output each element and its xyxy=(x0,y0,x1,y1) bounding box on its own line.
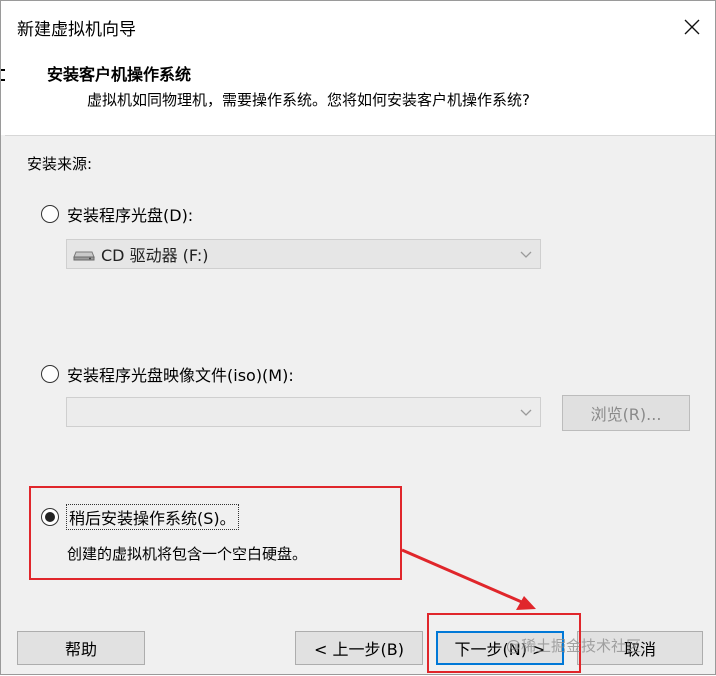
browse-button[interactable]: 浏览(R)... xyxy=(562,395,690,431)
watermark: @稀土掘金技术社区 xyxy=(506,637,642,655)
page-subtitle: 虚拟机如同物理机，需要操作系统。您将如何安装客户机操作系统? xyxy=(87,91,530,109)
later-radio-option[interactable]: 稍后安装操作系统(S)。 xyxy=(41,504,239,530)
help-button[interactable]: 帮助 xyxy=(17,631,145,665)
page-title: 安装客户机操作系统 xyxy=(47,65,192,84)
wizard-window: 新建虚拟机向导 安装客户机操作系统 虚拟机如同物理机，需要操作系统。您将如何安装… xyxy=(0,0,716,675)
later-radio[interactable] xyxy=(41,508,59,526)
back-button[interactable]: < 上一步(B) xyxy=(295,631,423,665)
cd-drive-icon xyxy=(73,251,95,261)
disc-drive-value: CD 驱动器 (F:) xyxy=(101,246,209,265)
disc-drive-select[interactable]: CD 驱动器 (F:) xyxy=(66,239,541,269)
title-bar: 新建虚拟机向导 xyxy=(1,1,715,53)
disc-radio-label: 安装程序光盘(D): xyxy=(67,206,194,225)
disc-radio-option[interactable]: 安装程序光盘(D): xyxy=(41,202,193,226)
later-description: 创建的虚拟机将包含一个空白硬盘。 xyxy=(67,545,308,563)
wizard-header: 安装客户机操作系统 虚拟机如同物理机，需要操作系统。您将如何安装客户机操作系统? xyxy=(5,53,715,136)
chevron-down-icon xyxy=(520,251,532,258)
iso-radio[interactable] xyxy=(41,365,59,383)
disc-radio[interactable] xyxy=(41,205,59,223)
close-icon xyxy=(684,19,700,35)
chevron-down-icon xyxy=(520,409,532,416)
close-button[interactable] xyxy=(669,1,715,53)
iso-path-select[interactable] xyxy=(66,397,541,427)
radio-dot xyxy=(45,512,55,522)
iso-radio-label: 安装程序光盘映像文件(iso)(M): xyxy=(67,366,294,385)
install-source-label: 安装来源: xyxy=(27,155,93,173)
window-title: 新建虚拟机向导 xyxy=(17,20,136,40)
iso-radio-option[interactable]: 安装程序光盘映像文件(iso)(M): xyxy=(41,362,294,386)
later-radio-label: 稍后安装操作系统(S)。 xyxy=(66,504,239,530)
highlight-box-later xyxy=(29,486,402,580)
